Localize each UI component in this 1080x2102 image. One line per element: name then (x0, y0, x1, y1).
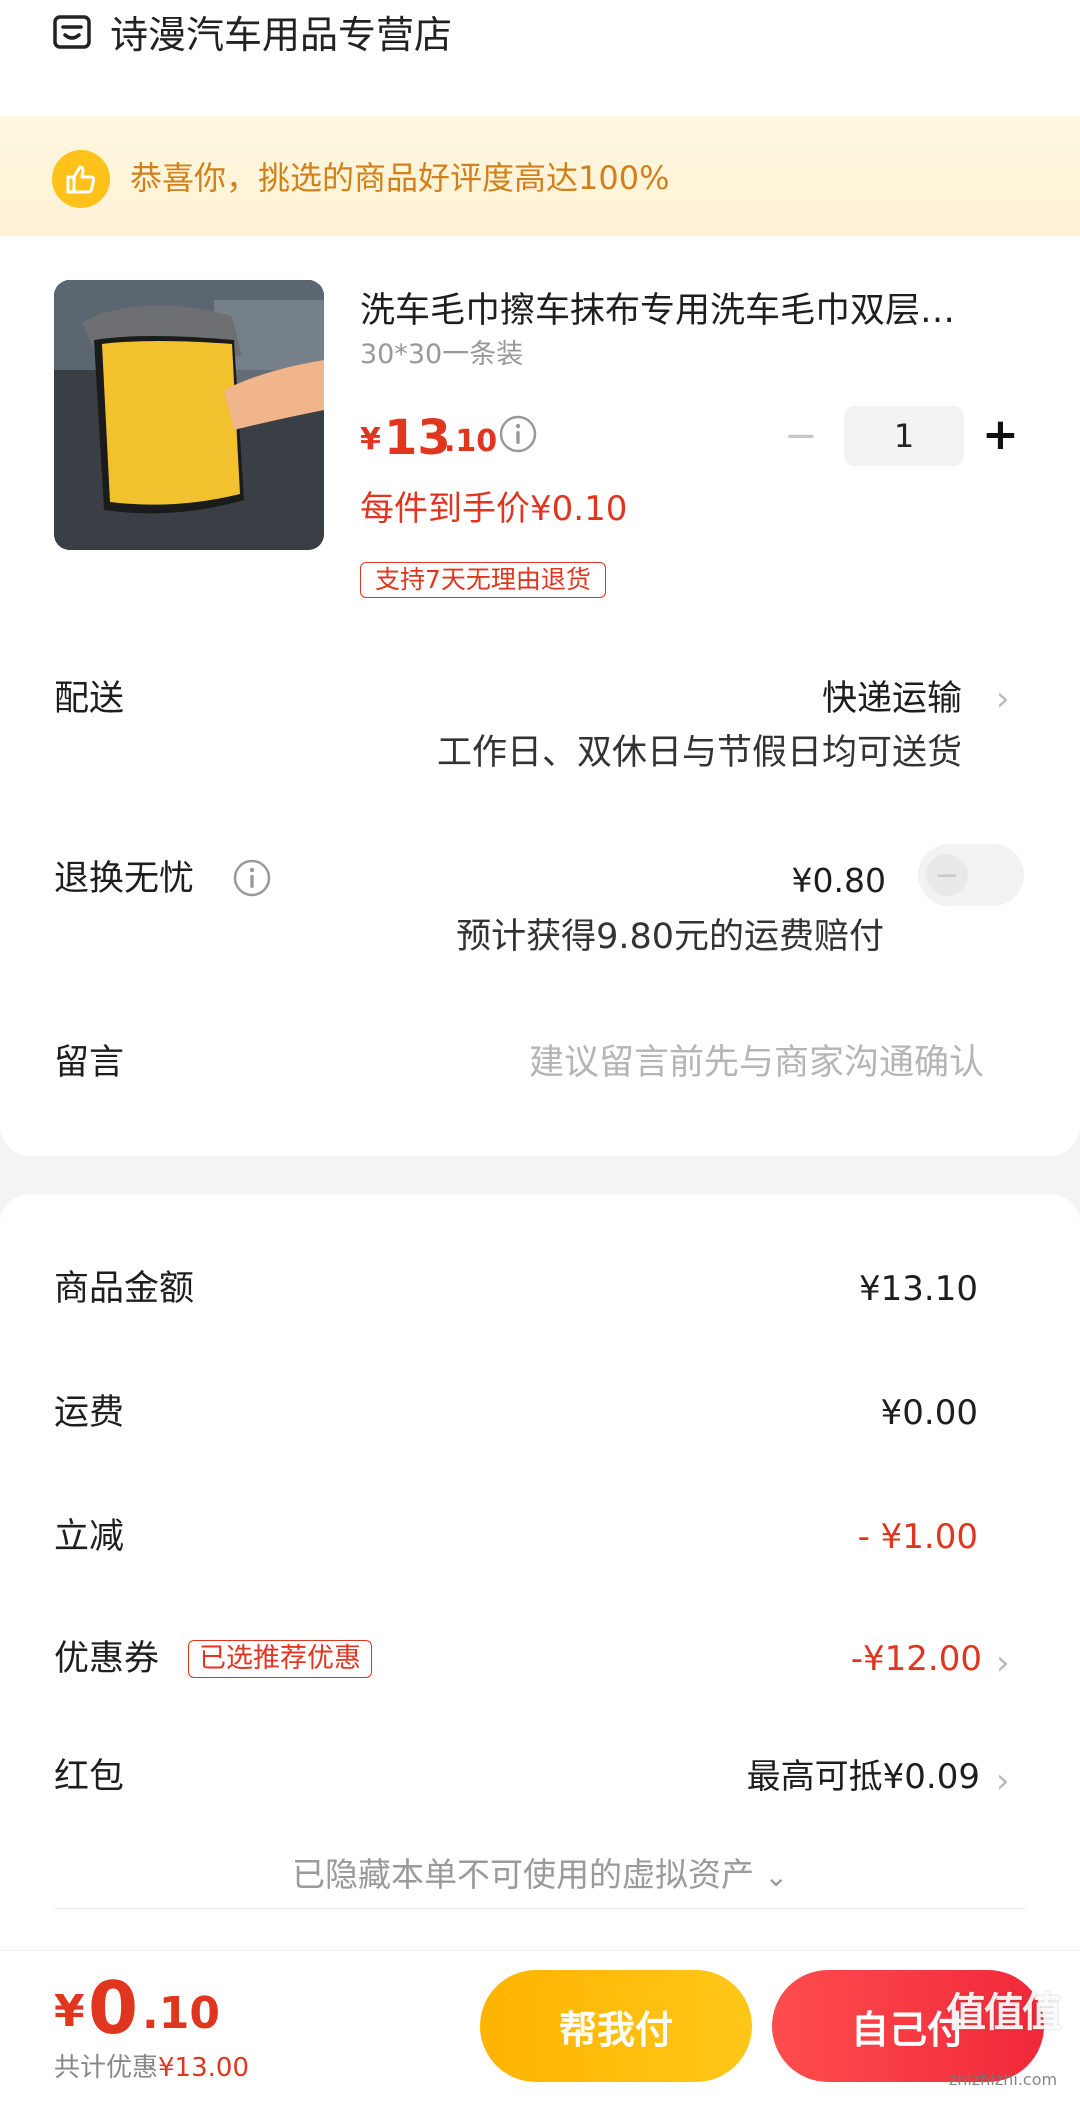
total-discount-value: ¥13.00 (158, 2053, 249, 2083)
total-discount-label: 共计优惠 (54, 2053, 159, 2083)
chevron-right-icon[interactable]: › (996, 676, 1010, 722)
toggle-knob[interactable]: − (926, 854, 968, 896)
watermark-logo: 值值值 (946, 1990, 1062, 2036)
return-policy-badge: 支持7天无理由退货 (360, 562, 606, 598)
chevron-down-icon: ⌄ (764, 1860, 788, 1893)
quantity-increase-button[interactable]: + (982, 410, 1019, 460)
thumbs-up-icon (52, 150, 110, 208)
quantity-decrease-button[interactable]: − (784, 416, 818, 456)
insurance-note: 预计获得9.80元的运费赔付 (456, 917, 884, 957)
coupon-value[interactable]: -¥12.00 (851, 1636, 982, 1682)
insurance-info-icon[interactable] (232, 858, 272, 898)
return-insurance-label: 退换无忧 (54, 859, 195, 899)
instant-discount-label: 立减 (54, 1517, 125, 1557)
message-label: 留言 (54, 1043, 125, 1083)
delivery-label: 配送 (54, 679, 125, 719)
watermark: 值值值 zhizhizhi.com (938, 1986, 1068, 2096)
product-sku[interactable]: 30*30一条装 (360, 336, 523, 374)
divider (54, 1908, 1026, 1909)
hidden-assets-text: 已隐藏本单不可使用的虚拟资产 (292, 1855, 755, 1894)
red-packet-label[interactable]: 红包 (54, 1754, 124, 1800)
hidden-assets-toggle[interactable]: 已隐藏本单不可使用的虚拟资产 ⌄ (0, 1852, 1080, 1900)
delivery-method[interactable]: 快递运输 (822, 676, 962, 722)
insurance-price: ¥0.80 (791, 861, 886, 900)
total-symbol: ¥ (54, 1986, 85, 2037)
goods-amount-label: 商品金额 (54, 1269, 195, 1309)
red-packet-value[interactable]: 最高可抵¥0.09 (747, 1754, 980, 1800)
chevron-right-icon[interactable]: › (996, 1640, 1010, 1686)
total-integer: 0 (88, 1966, 139, 2050)
store-icon (52, 14, 92, 50)
shipping-value: ¥0.00 (880, 1393, 978, 1433)
instant-discount-value: - ¥1.00 (857, 1517, 978, 1557)
banner-text: 恭喜你，挑选的商品好评度高达100% (130, 159, 670, 197)
shop-name[interactable]: 诗漫汽车用品专营店 (110, 10, 452, 60)
price-symbol: ¥ (360, 422, 381, 457)
product-title[interactable]: 洗车毛巾擦车抹布专用洗车毛巾双层… (360, 288, 1020, 334)
quantity-input[interactable]: 1 (844, 406, 964, 466)
total-decimal: .10 (142, 1988, 220, 2039)
coupon-recommend-tag: 已选推荐优惠 (188, 1640, 372, 1678)
chevron-right-icon[interactable]: › (996, 1758, 1010, 1804)
unit-price: 每件到手价¥0.10 (360, 489, 628, 529)
watermark-url: zhizhizhi.com (948, 2070, 1058, 2089)
goods-amount-value: ¥13.10 (859, 1269, 978, 1309)
price-info-icon[interactable] (498, 414, 538, 454)
price-integer: 13 (384, 410, 451, 466)
price-decimal: .10 (444, 424, 498, 459)
delivery-note: 工作日、双休日与节假日均可送货 (436, 733, 962, 773)
help-me-pay-button[interactable]: 帮我付 (480, 1970, 752, 2082)
product-image[interactable] (54, 280, 324, 550)
total-discount: 共计优惠¥13.00 (54, 2050, 249, 2086)
coupon-label[interactable]: 优惠券 (54, 1636, 159, 1682)
shipping-label: 运费 (54, 1393, 125, 1433)
message-input[interactable]: 建议留言前先与商家沟通确认 (529, 1040, 984, 1086)
